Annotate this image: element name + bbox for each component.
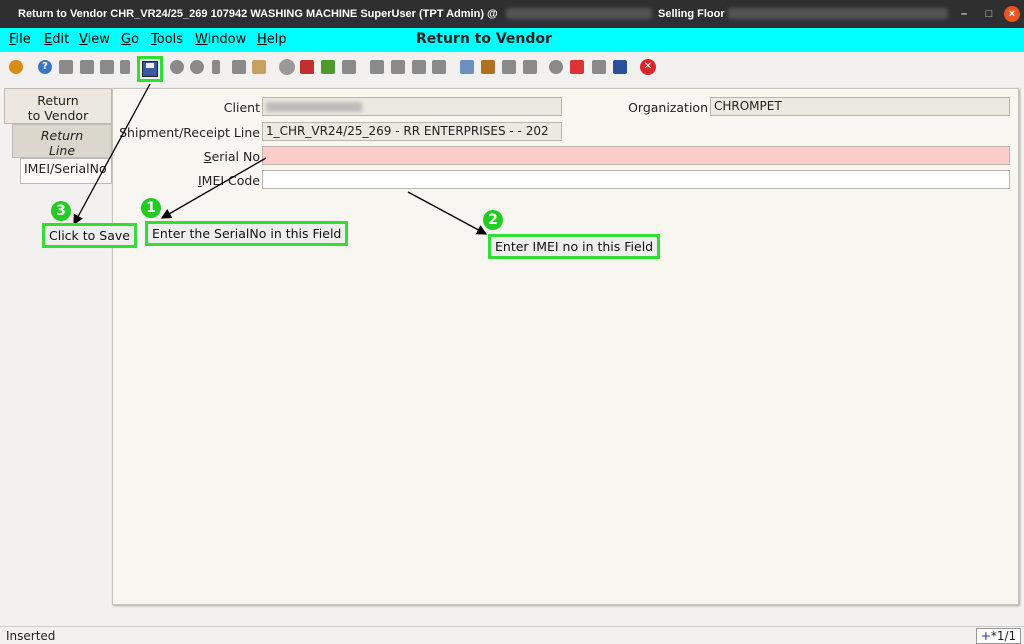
window-heading: Return to Vendor: [416, 31, 552, 47]
shipment-receipt-line-field[interactable]: 1_CHR_VR24/25_269 - RR ENTERPRISES - - 2…: [262, 122, 562, 141]
tab-label: Line: [48, 143, 76, 158]
form-panel: [112, 88, 1019, 605]
refresh-icon[interactable]: [170, 60, 184, 74]
window-title: Return to Vendor CHR_VR24/25_269 107942 …: [18, 8, 498, 20]
window-titlebar: Return to Vendor CHR_VR24/25_269 107942 …: [0, 0, 1024, 28]
chat-icon[interactable]: [232, 60, 246, 74]
menu-go[interactable]: Go: [121, 32, 139, 47]
record-plus: +: [980, 629, 991, 643]
menu-tools[interactable]: Tools: [151, 32, 183, 47]
zoom-across-icon[interactable]: [549, 60, 563, 74]
last-icon[interactable]: [432, 60, 446, 74]
menu-view[interactable]: View: [79, 32, 110, 47]
minimize-button[interactable]: –: [956, 6, 972, 22]
imei-code-field[interactable]: [262, 170, 1010, 189]
find-icon[interactable]: [190, 60, 204, 74]
maximize-button[interactable]: □: [981, 6, 997, 22]
step-1-badge: 1: [141, 198, 161, 218]
home-icon[interactable]: [279, 59, 295, 75]
menu-file[interactable]: File: [9, 32, 31, 47]
tab-label: Return: [40, 128, 84, 143]
menu-help[interactable]: Help: [257, 32, 287, 47]
print-preview-icon[interactable]: [523, 60, 537, 74]
first-icon[interactable]: [370, 60, 384, 74]
organization-field[interactable]: CHROMPET: [710, 97, 1010, 116]
forward-icon[interactable]: [342, 60, 356, 74]
status-text: Inserted: [6, 629, 56, 643]
tab-return-line[interactable]: Return Line: [12, 124, 112, 158]
next-icon[interactable]: [412, 60, 426, 74]
copy-icon[interactable]: [80, 60, 94, 74]
exit-icon[interactable]: ✕: [640, 59, 656, 75]
imei-code-label: IMEI Code: [197, 173, 260, 188]
redacted-host: [506, 8, 652, 19]
serial-no-field[interactable]: [262, 146, 1010, 165]
window-title-right: Selling Floor: [658, 8, 725, 20]
menu-window[interactable]: Window: [195, 32, 246, 47]
home-page-icon[interactable]: [300, 60, 314, 74]
menu-bar: File Edit View Go Tools Window Help Retu…: [0, 28, 1024, 52]
tab-label: IMEI/SerialNo: [24, 161, 107, 176]
report-icon[interactable]: [460, 60, 474, 74]
step-2-badge: 2: [483, 210, 503, 230]
close-button[interactable]: ×: [1004, 6, 1020, 22]
client-label: Client: [223, 100, 260, 115]
archive-icon[interactable]: [481, 60, 495, 74]
tab-imei-serialno[interactable]: IMEI/SerialNo: [20, 158, 112, 184]
serial-no-label: Serial No: [203, 149, 260, 164]
product-info-icon[interactable]: [613, 60, 627, 74]
redacted-client: [266, 102, 362, 112]
back-icon[interactable]: [321, 60, 335, 74]
imei-callout: Enter IMEI no in this Field: [488, 234, 661, 259]
print-icon[interactable]: [502, 60, 516, 74]
delete-icon[interactable]: [100, 60, 114, 74]
step-3-badge: 3: [51, 201, 71, 221]
tab-return-to-vendor[interactable]: Return to Vendor: [4, 88, 112, 124]
attachment-icon[interactable]: [212, 60, 220, 74]
record-counter[interactable]: +*1/1: [976, 628, 1021, 644]
menu-edit[interactable]: Edit: [44, 32, 69, 47]
ignore-icon[interactable]: [120, 60, 130, 74]
history-icon[interactable]: [252, 60, 266, 74]
tab-label: Return: [37, 93, 79, 108]
previous-icon[interactable]: [391, 60, 405, 74]
request-icon[interactable]: [592, 60, 606, 74]
redacted-info: [728, 8, 948, 19]
new-icon[interactable]: [59, 60, 73, 74]
client-field[interactable]: [262, 97, 562, 116]
save-callout: Click to Save: [42, 223, 137, 248]
shipment-receipt-line-label: Shipment/Receipt Line: [119, 125, 260, 140]
help-icon[interactable]: ?: [38, 60, 52, 74]
active-workflow-icon[interactable]: [570, 60, 584, 74]
undo-icon[interactable]: [9, 60, 23, 74]
status-bar: Inserted +*1/1: [0, 626, 1024, 644]
record-count: *1/1: [990, 629, 1017, 643]
save-icon[interactable]: [142, 61, 158, 77]
serial-callout: Enter the SerialNo in this Field: [145, 221, 349, 246]
tab-label: to Vendor: [27, 108, 89, 123]
organization-label: Organization: [628, 100, 708, 115]
